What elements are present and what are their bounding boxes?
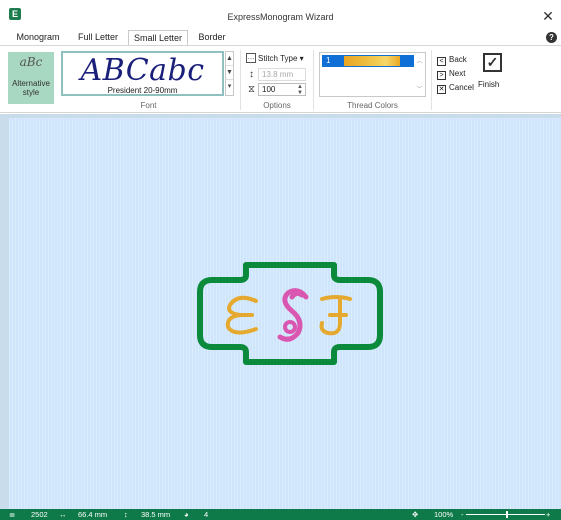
letter-e — [225, 295, 258, 335]
height-field[interactable]: 13.8 mm — [258, 68, 306, 81]
font-group-label: Font — [140, 101, 157, 110]
window-title: ExpressMonogram Wizard — [227, 12, 334, 22]
font-scroll-down-icon[interactable]: ▼ — [226, 66, 233, 80]
monogram-border — [197, 262, 383, 365]
letter-s — [277, 288, 309, 342]
palette-icon: ◕ — [184, 510, 189, 519]
stitch-type-icon: … — [246, 53, 256, 63]
canvas-frame — [0, 114, 561, 509]
tab-small-letter[interactable]: Small Letter — [128, 30, 188, 45]
ribbon: aBc Alternative style ABCabc President 2… — [0, 45, 561, 113]
font-gallery-more-icon[interactable]: ▾ — [226, 80, 233, 94]
cancel-button[interactable]: ✕ Cancel — [437, 82, 474, 94]
font-name: President 20-90mm — [107, 86, 178, 95]
design-height: 38.5 mm — [141, 510, 171, 519]
density-stepper[interactable]: 100 ▲ ▼ — [258, 83, 306, 96]
thread-color-swatch — [344, 56, 400, 66]
back-icon: < — [437, 57, 446, 66]
next-button[interactable]: > Next — [437, 68, 465, 80]
density-spin-icon[interactable]: ▲ ▼ — [297, 84, 303, 96]
letter-j — [319, 295, 352, 336]
width-icon: ↔ — [59, 510, 67, 519]
divider — [313, 50, 314, 110]
design-width: 66.4 mm — [78, 510, 108, 519]
zoom-out-button[interactable]: - — [461, 509, 464, 520]
status-bar: ≣ 2502 ↔ 66.4 mm ↕ 38.5 mm ◕ 4 ✥ 100% - … — [0, 509, 561, 520]
stitch-count-icon: ≣ — [9, 510, 16, 519]
thread-color-number: 1 — [326, 56, 331, 65]
zoom-in-button[interactable]: + — [546, 509, 550, 520]
height-status-icon: ↕ — [124, 510, 128, 519]
fit-view-icon[interactable]: ✥ — [412, 509, 418, 520]
stitch-count: 2502 — [31, 510, 48, 519]
tab-monogram[interactable]: Monogram — [8, 30, 68, 45]
chevron-down-icon[interactable]: ﹀ — [415, 84, 424, 93]
finish-button[interactable]: ✓ Finish — [478, 53, 506, 93]
back-button[interactable]: < Back — [437, 54, 467, 66]
density-icon: ⧖ — [247, 84, 256, 95]
tab-border[interactable]: Border — [190, 30, 234, 45]
font-scroll-up-icon[interactable]: ▲ — [226, 52, 233, 66]
divider — [240, 50, 241, 110]
alternative-style-icon: aBc — [19, 55, 43, 69]
thread-list-scrollbar[interactable]: ︿ ﹀ — [415, 54, 424, 95]
tab-full-letter[interactable]: Full Letter — [70, 30, 126, 45]
monogram-design[interactable] — [196, 261, 384, 366]
help-icon[interactable]: ? — [546, 32, 557, 43]
tab-bar: Monogram Full Letter Small Letter Border — [0, 30, 561, 45]
options-group-label: Options — [263, 101, 291, 110]
stitch-type-button[interactable]: … Stitch Type ▾ — [246, 53, 304, 65]
finish-label: Finish — [478, 80, 500, 89]
thread-colors-list[interactable]: 1 ︿ ﹀ — [319, 52, 426, 97]
cancel-icon: ✕ — [437, 85, 446, 94]
close-button[interactable]: ✕ — [541, 9, 555, 23]
title-bar: E ExpressMonogram Wizard ✕ — [0, 0, 561, 30]
zoom-slider-knob[interactable] — [506, 511, 508, 518]
design-canvas[interactable] — [9, 118, 561, 509]
divider — [431, 50, 432, 110]
thread-colors-group-label: Thread Colors — [347, 101, 398, 110]
chevron-up-icon[interactable]: ︿ — [415, 56, 424, 65]
font-preview[interactable]: ABCabc President 20-90mm — [61, 51, 224, 96]
alternative-style-label: Alternative style — [12, 79, 50, 97]
font-preview-text: ABCabc — [80, 53, 205, 88]
alternative-style-button[interactable]: aBc Alternative style — [8, 52, 54, 104]
checkmark-icon: ✓ — [483, 53, 502, 72]
font-gallery-scroll[interactable]: ▲ ▼ ▾ — [225, 51, 234, 96]
color-count: 4 — [204, 510, 209, 519]
thread-color-item[interactable]: 1 — [322, 55, 414, 67]
height-icon: ↕ — [249, 69, 254, 80]
zoom-level: 100% — [434, 510, 454, 519]
next-icon: > — [437, 71, 446, 80]
